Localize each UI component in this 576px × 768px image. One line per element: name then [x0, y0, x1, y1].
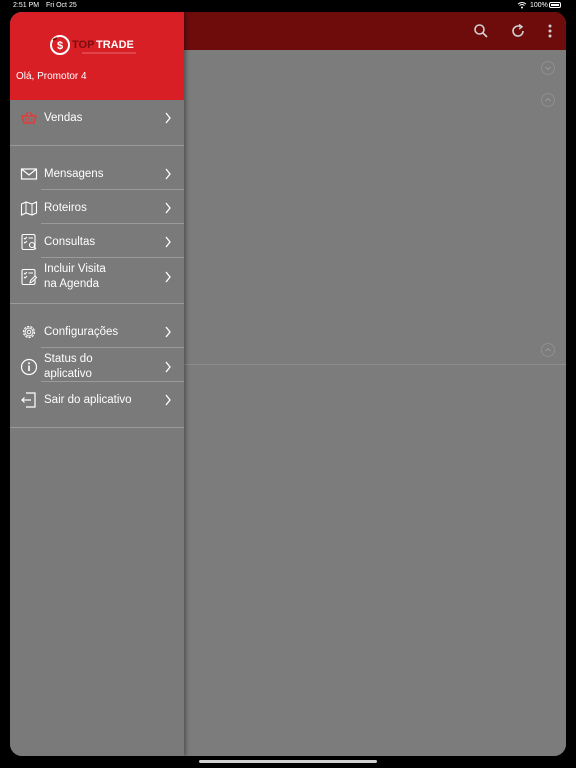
- chevron-up-icon: [545, 347, 551, 352]
- menu-label-sair: Sair do aplicativo: [44, 394, 132, 406]
- basket-icon: [21, 111, 37, 124]
- section-divider: [184, 364, 566, 365]
- menu-label-configuracoes: Configurações: [44, 326, 119, 338]
- separator: [41, 189, 184, 190]
- wifi-icon: [517, 2, 527, 9]
- separator: [10, 303, 184, 304]
- menu-label-status-line1: Status do: [44, 353, 93, 365]
- navigation-drawer: $ TOP TRADE Olá, Promotor 4 Vendas Mensa…: [10, 12, 184, 756]
- refresh-icon[interactable]: [509, 22, 527, 40]
- menu-label-vendas: Vendas: [44, 112, 83, 124]
- chevron-down-icon: [545, 66, 551, 71]
- chevron-right-icon: [165, 394, 171, 406]
- svg-text:$: $: [57, 40, 63, 52]
- more-vert-icon[interactable]: [541, 22, 559, 40]
- menu-item-sair[interactable]: Sair do aplicativo: [10, 388, 184, 412]
- menu-item-consultas[interactable]: Consultas: [10, 230, 184, 254]
- separator: [41, 381, 184, 382]
- chevron-right-icon: [165, 112, 171, 124]
- drawer-header: $ TOP TRADE Olá, Promotor 4: [10, 12, 184, 100]
- logout-icon: [21, 392, 36, 408]
- expand-toggle-1[interactable]: [541, 61, 555, 75]
- menu-item-configuracoes[interactable]: Configurações: [10, 320, 184, 344]
- chevron-right-icon: [165, 361, 171, 373]
- svg-text:TOP: TOP: [72, 39, 94, 51]
- menu-item-status-aplicativo[interactable]: Status do aplicativo: [10, 352, 184, 382]
- menu-label-consultas: Consultas: [44, 236, 96, 248]
- chevron-up-icon: [545, 97, 551, 102]
- separator: [10, 427, 184, 428]
- menu-label-incluir-visita-line1: Incluir Visita: [44, 263, 106, 275]
- search-icon[interactable]: [472, 22, 490, 40]
- separator: [10, 145, 184, 146]
- collapse-toggle-1[interactable]: [541, 93, 555, 107]
- chevron-right-icon: [165, 236, 171, 248]
- menu-label-roteiros: Roteiros: [44, 202, 87, 214]
- status-bar: 2:51 PM Fri Oct 25 100%: [0, 0, 576, 12]
- battery-icon: [549, 2, 561, 8]
- menu-label-incluir-visita-line2: na Agenda: [44, 278, 100, 290]
- separator: [41, 223, 184, 224]
- envelope-icon: [20, 168, 38, 180]
- status-time: 2:51 PM: [13, 2, 40, 9]
- chevron-right-icon: [165, 202, 171, 214]
- menu-label-mensagens: Mensagens: [44, 168, 104, 180]
- main-content: [184, 50, 566, 756]
- battery-percent: 100%: [530, 2, 548, 9]
- svg-text:TRADE: TRADE: [96, 39, 134, 51]
- edit-checklist-icon: [21, 268, 38, 286]
- collapse-toggle-2[interactable]: [541, 343, 555, 357]
- chevron-right-icon: [165, 168, 171, 180]
- chevron-right-icon: [165, 271, 171, 283]
- menu-item-roteiros[interactable]: Roteiros: [10, 196, 184, 220]
- status-date: Fri Oct 25: [46, 2, 77, 9]
- menu-item-incluir-visita[interactable]: Incluir Visita na Agenda: [10, 262, 184, 292]
- map-icon: [20, 201, 38, 216]
- home-indicator[interactable]: [199, 760, 377, 763]
- menu-item-vendas[interactable]: Vendas: [10, 106, 184, 130]
- gear-icon: [22, 325, 36, 339]
- separator: [41, 347, 184, 348]
- app-screen: $ TOP TRADE Olá, Promotor 4 Vendas Mensa…: [10, 12, 566, 756]
- search-list-icon: [21, 233, 37, 251]
- chevron-right-icon: [165, 326, 171, 338]
- menu-label-status-line2: aplicativo: [44, 368, 92, 380]
- separator: [41, 257, 184, 258]
- toptrade-logo: $ TOP TRADE: [50, 35, 136, 55]
- menu-item-mensagens[interactable]: Mensagens: [10, 162, 184, 186]
- greeting-text: Olá, Promotor 4: [16, 71, 87, 82]
- info-icon: [20, 358, 38, 376]
